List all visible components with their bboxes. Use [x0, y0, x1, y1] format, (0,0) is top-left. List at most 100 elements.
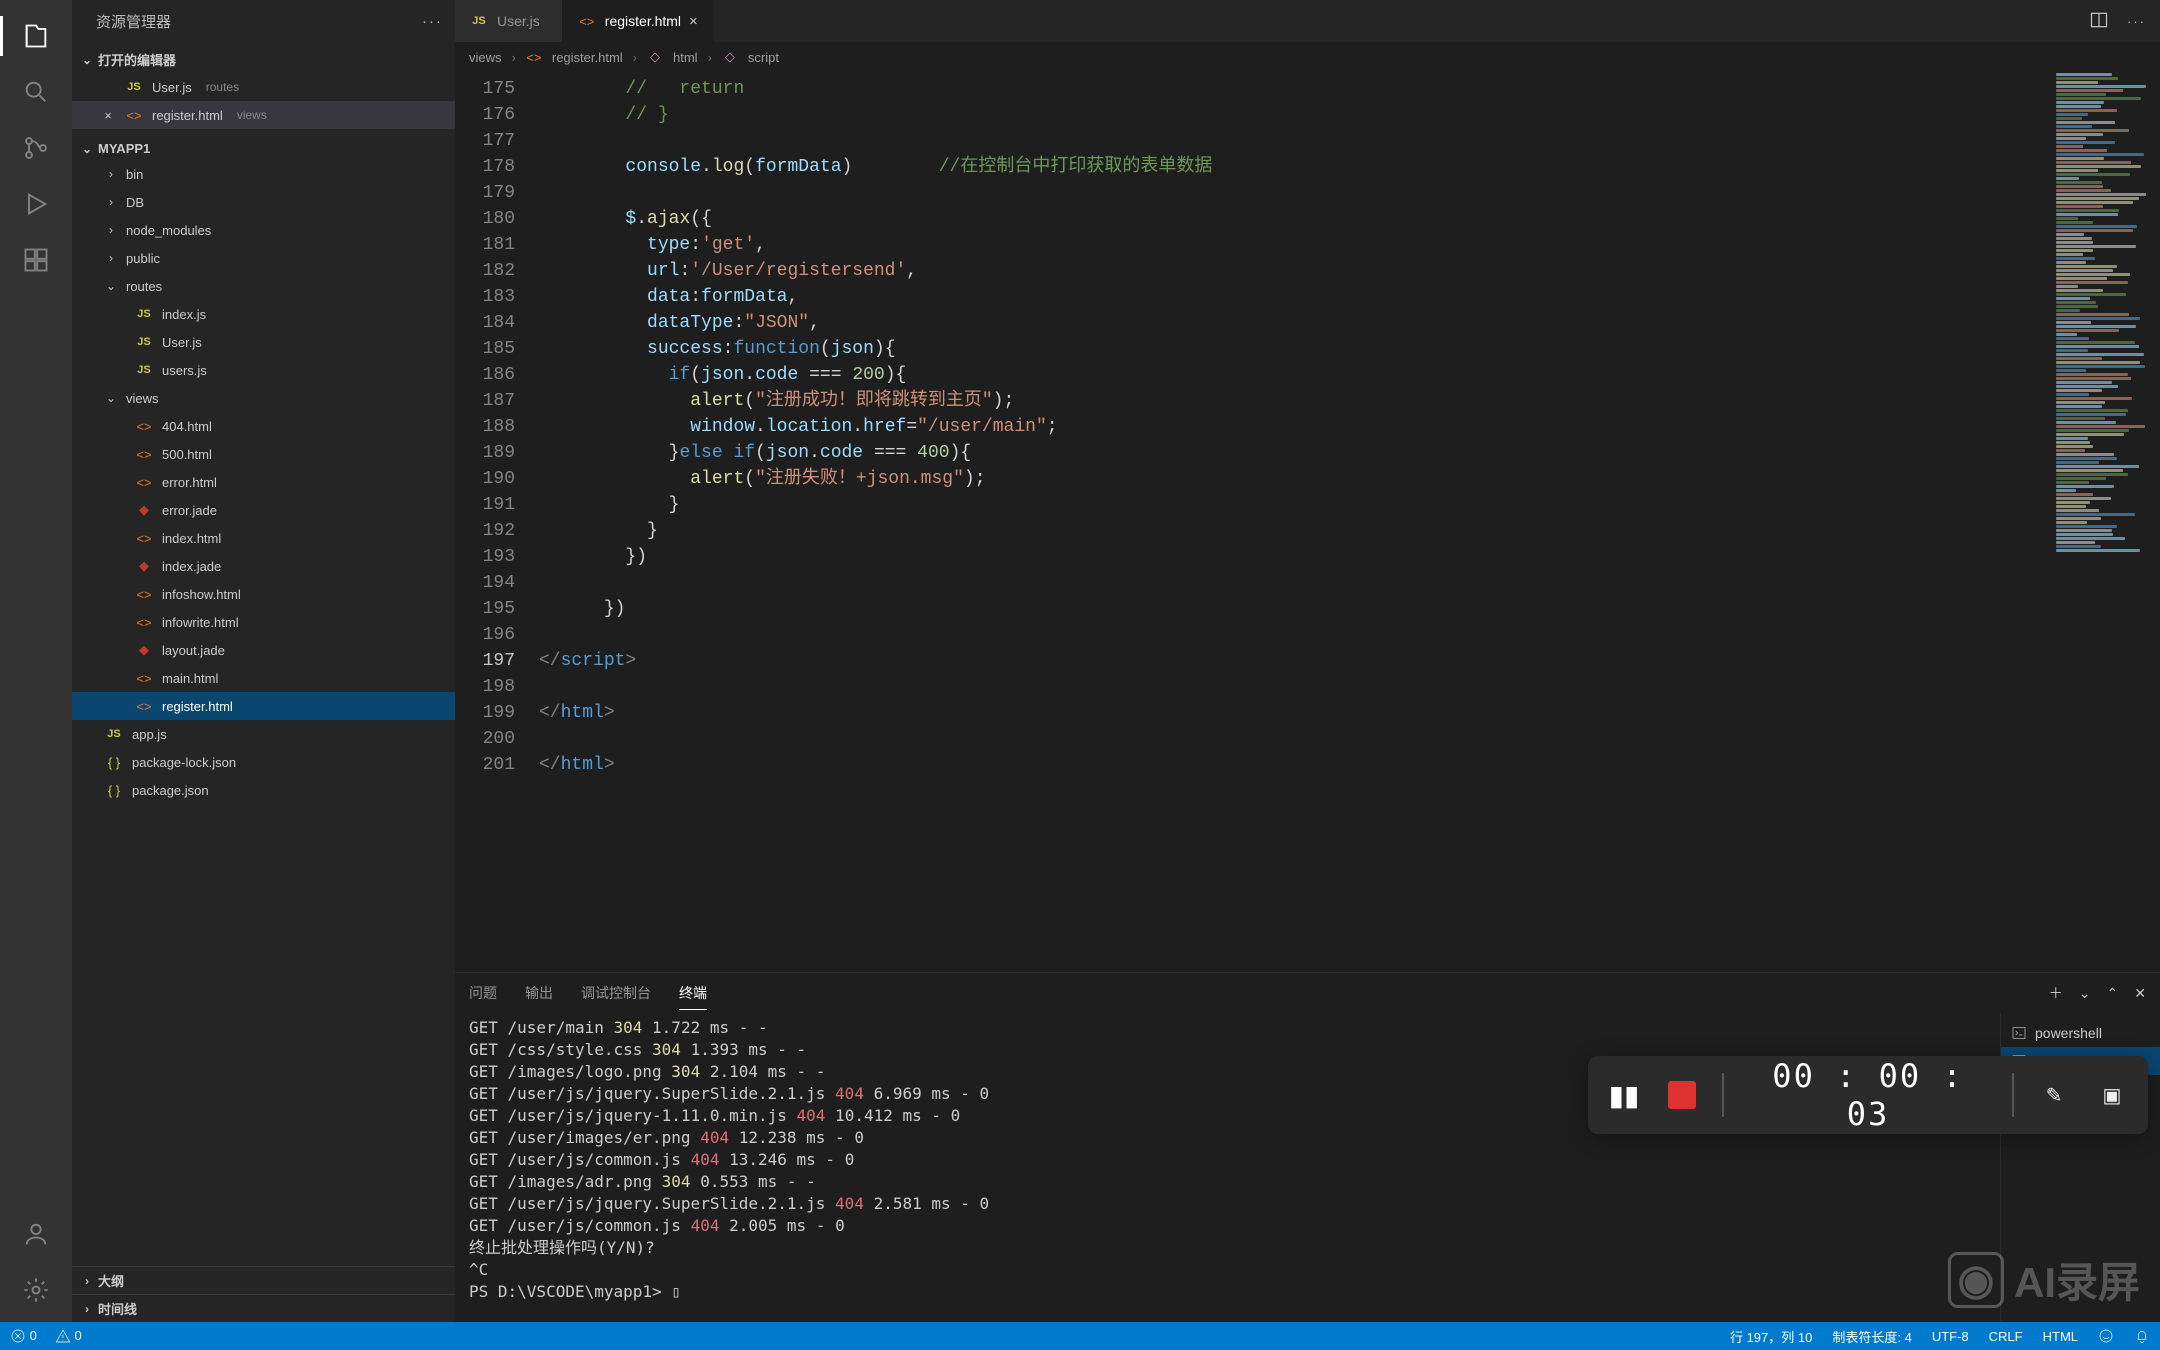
code-line[interactable]: success:function(json){ [533, 336, 2050, 362]
search-icon[interactable] [12, 68, 60, 116]
code-line[interactable] [533, 128, 2050, 154]
line-number: 178 [455, 154, 515, 180]
code-line[interactable]: }) [533, 544, 2050, 570]
code-line[interactable] [533, 674, 2050, 700]
code-line[interactable]: </script> [533, 648, 2050, 674]
panel-tab[interactable]: 调试控制台 [581, 977, 651, 1010]
file-item[interactable]: JS index.js [72, 300, 455, 328]
file-name: 404.html [162, 419, 212, 434]
project-header[interactable]: ⌄ MYAPP1 [72, 137, 455, 160]
file-item[interactable]: <> 500.html [72, 440, 455, 468]
status-errors[interactable]: 0 [10, 1328, 37, 1345]
folder-item[interactable]: › public [72, 244, 455, 272]
status-language[interactable]: HTML [2043, 1329, 2078, 1344]
account-icon[interactable] [12, 1210, 60, 1258]
code-line[interactable]: alert("注册成功！即将跳转到主页"); [533, 388, 2050, 414]
editor-more-icon[interactable]: ··· [2127, 14, 2146, 29]
source-control-icon[interactable] [12, 124, 60, 172]
file-item[interactable]: ◆ layout.jade [72, 636, 455, 664]
settings-gear-icon[interactable] [12, 1266, 60, 1314]
panel-tab[interactable]: 问题 [469, 977, 497, 1010]
outline-header[interactable]: › 大纲 [72, 1266, 455, 1294]
folder-item[interactable]: › DB [72, 188, 455, 216]
status-eol[interactable]: CRLF [1989, 1329, 2023, 1344]
code-line[interactable]: url:'/User/registersend', [533, 258, 2050, 284]
split-editor-icon[interactable] [2089, 10, 2109, 33]
explorer-icon[interactable] [12, 12, 60, 60]
file-item[interactable]: <> main.html [72, 664, 455, 692]
file-item[interactable]: ◆ index.jade [72, 552, 455, 580]
file-item[interactable]: <> infoshow.html [72, 580, 455, 608]
sidebar-more-icon[interactable]: ··· [422, 13, 443, 30]
open-editors-header[interactable]: ⌄ 打开的编辑器 [72, 46, 455, 73]
code-line[interactable]: data:formData, [533, 284, 2050, 310]
minimap[interactable] [2050, 72, 2160, 972]
code-line[interactable] [533, 726, 2050, 752]
code-line[interactable]: if(json.code === 200){ [533, 362, 2050, 388]
file-item[interactable]: JS users.js [72, 356, 455, 384]
file-item[interactable]: <> error.html [72, 468, 455, 496]
code-line[interactable] [533, 622, 2050, 648]
close-icon[interactable] [100, 80, 116, 95]
close-icon[interactable]: × [689, 13, 698, 30]
file-item[interactable]: { } package-lock.json [72, 748, 455, 776]
code-line[interactable]: </html> [533, 752, 2050, 778]
file-name: register.html [162, 699, 233, 714]
open-editor-item[interactable]: × <> register.html views [72, 101, 455, 129]
terminal-dropdown-icon[interactable]: ⌄ [2079, 985, 2091, 1002]
pause-button[interactable]: ▮▮ [1606, 1077, 1642, 1113]
code-line[interactable]: window.location.href="/user/main"; [533, 414, 2050, 440]
code-line[interactable]: // return [533, 76, 2050, 102]
status-feedback-icon[interactable] [2098, 1328, 2114, 1345]
camera-icon[interactable]: ▣ [2094, 1077, 2130, 1113]
status-warnings[interactable]: 0 [55, 1328, 82, 1345]
status-bell-icon[interactable] [2134, 1328, 2150, 1345]
code-line[interactable]: </html> [533, 700, 2050, 726]
maximize-panel-icon[interactable]: ⌃ [2107, 985, 2119, 1002]
close-panel-icon[interactable]: ✕ [2134, 985, 2146, 1002]
code-line[interactable]: $.ajax({ [533, 206, 2050, 232]
file-item[interactable]: ◆ error.jade [72, 496, 455, 524]
open-editor-item[interactable]: JS User.js routes [72, 73, 455, 101]
code-line[interactable]: console.log(formData) //在控制台中打印获取的表单数据 [533, 154, 2050, 180]
code-line[interactable]: }else if(json.code === 400){ [533, 440, 2050, 466]
folder-item[interactable]: ⌄ routes [72, 272, 455, 300]
file-item[interactable]: <> infowrite.html [72, 608, 455, 636]
code-line[interactable]: type:'get', [533, 232, 2050, 258]
folder-item[interactable]: ⌄ views [72, 384, 455, 412]
code-line[interactable]: alert("注册失败！+json.msg"); [533, 466, 2050, 492]
code-line[interactable] [533, 570, 2050, 596]
status-cursor[interactable]: 行 197，列 10 [1730, 1327, 1812, 1346]
code-line[interactable]: dataType:"JSON", [533, 310, 2050, 336]
run-debug-icon[interactable] [12, 180, 60, 228]
file-item[interactable]: <> 404.html [72, 412, 455, 440]
folder-item[interactable]: › node_modules [72, 216, 455, 244]
code-line[interactable]: }) [533, 596, 2050, 622]
breadcrumb[interactable]: views› <> register.html› ◇ html› ◇ scrip… [455, 42, 2160, 72]
code-line[interactable]: // } [533, 102, 2050, 128]
annotate-icon[interactable]: ✎ [2036, 1077, 2072, 1113]
code-line[interactable]: } [533, 492, 2050, 518]
file-name: register.html [152, 108, 223, 123]
panel-tab[interactable]: 终端 [679, 977, 707, 1010]
code-line[interactable]: } [533, 518, 2050, 544]
panel-tab[interactable]: 输出 [525, 977, 553, 1010]
editor-tab[interactable]: JS User.js [455, 0, 563, 42]
timeline-header[interactable]: › 时间线 [72, 1294, 455, 1322]
file-item[interactable]: <> register.html [72, 692, 455, 720]
close-icon[interactable]: × [100, 108, 116, 123]
file-item[interactable]: JS User.js [72, 328, 455, 356]
status-encoding[interactable]: UTF-8 [1932, 1329, 1969, 1344]
extensions-icon[interactable] [12, 236, 60, 284]
stop-button[interactable] [1664, 1077, 1700, 1113]
status-tab-size[interactable]: 制表符长度: 4 [1832, 1327, 1911, 1346]
file-item[interactable]: { } package.json [72, 776, 455, 804]
code-line[interactable] [533, 180, 2050, 206]
new-terminal-icon[interactable]: ＋ [2049, 983, 2063, 1003]
folder-item[interactable]: › bin [72, 160, 455, 188]
code-editor[interactable]: 1751761771781791801811821831841851861871… [455, 72, 2160, 972]
file-item[interactable]: JS app.js [72, 720, 455, 748]
terminal-instance[interactable]: powershell [2011, 1019, 2150, 1047]
editor-tab[interactable]: <> register.html × [563, 0, 713, 42]
file-item[interactable]: <> index.html [72, 524, 455, 552]
